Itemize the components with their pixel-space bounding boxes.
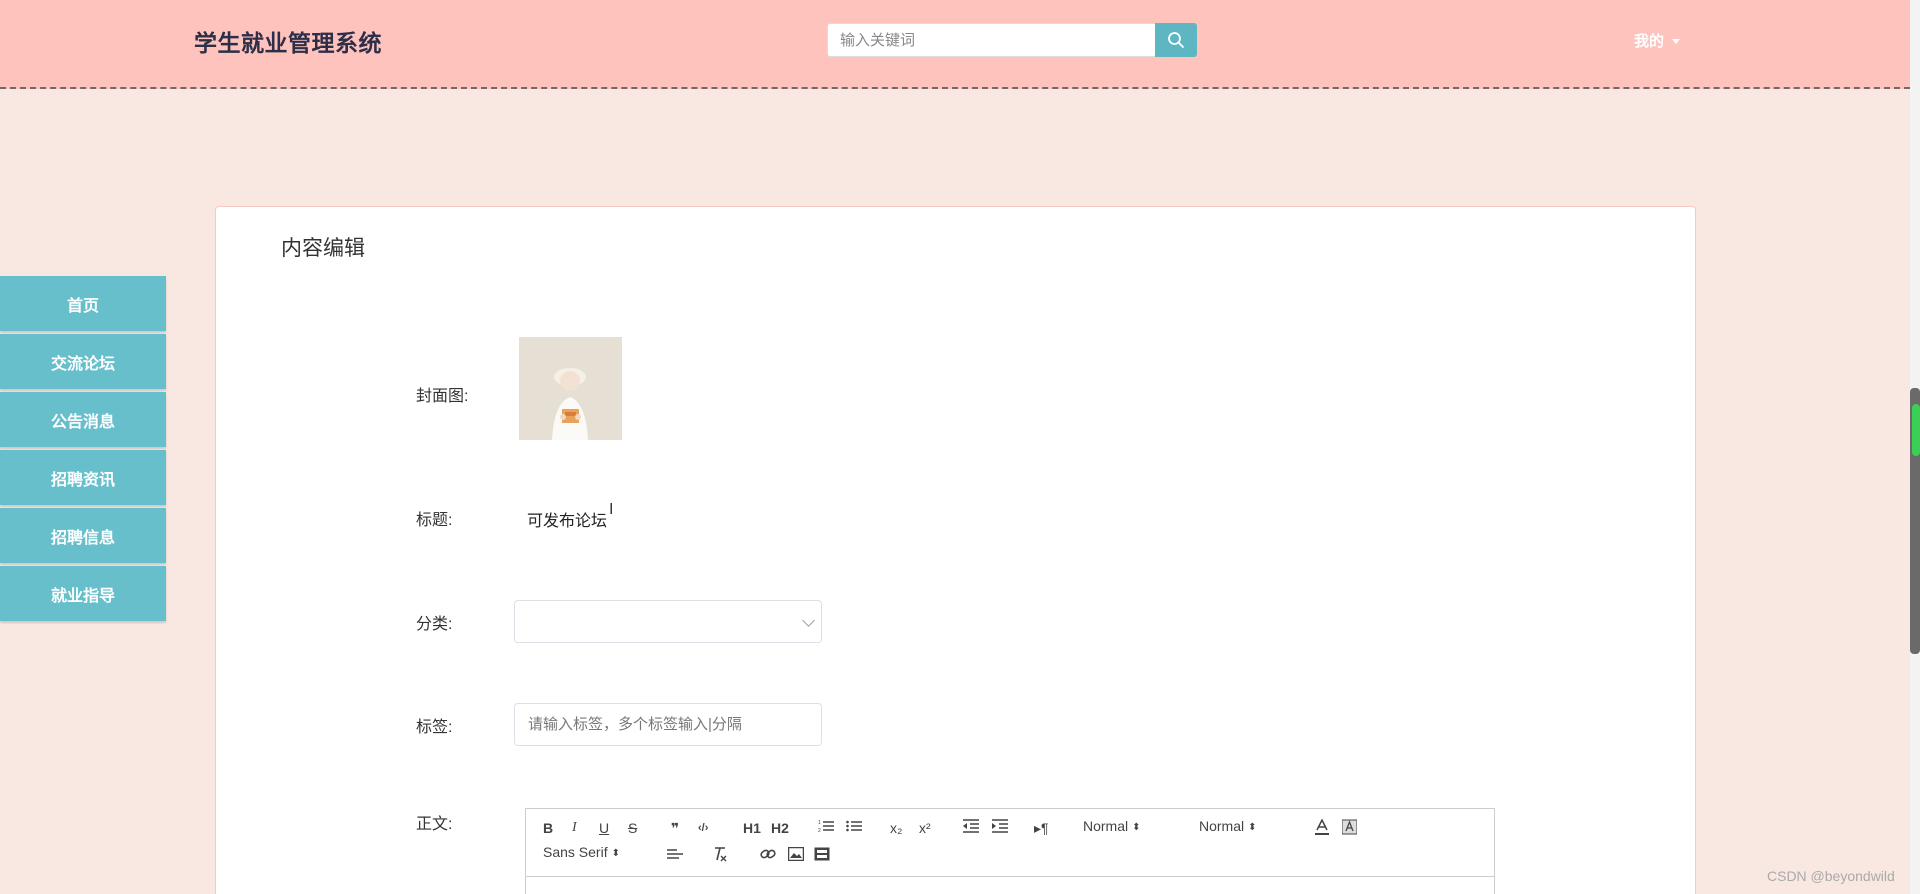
clear-format-button[interactable] — [712, 846, 728, 866]
app-title: 学生就业管理系统 — [194, 30, 382, 56]
top-header: 学生就业管理系统 我的 — [0, 0, 1910, 89]
bold-button[interactable]: B — [543, 819, 553, 837]
picker-arrows-icon: ⬍ — [1132, 822, 1141, 833]
cover-label: 封面图: — [416, 388, 469, 405]
page-title: 内容编辑 — [281, 237, 365, 260]
background-color-button[interactable] — [1341, 819, 1358, 839]
header-1-button[interactable]: H1 — [743, 819, 761, 837]
blockquote-button[interactable]: ❞ — [671, 819, 679, 837]
indent-button[interactable] — [992, 819, 1008, 837]
sidebar-item-recruitment-news[interactable]: 招聘资讯 — [0, 450, 166, 505]
size-picker[interactable]: Normal ⬍ — [1083, 818, 1141, 834]
category-select[interactable] — [514, 600, 822, 643]
background-color-icon — [1341, 819, 1358, 835]
header-picker[interactable]: Normal ⬍ — [1199, 818, 1257, 834]
clear-format-icon — [715, 847, 727, 862]
picker-arrows-icon: ⬍ — [611, 848, 620, 859]
search-button[interactable] — [1155, 23, 1197, 57]
user-menu[interactable]: 我的 — [1634, 30, 1681, 51]
title-input[interactable]: 可发布论坛 — [527, 507, 607, 531]
scrollbar-accent — [1912, 404, 1920, 456]
bullet-list-icon — [846, 820, 862, 832]
link-icon — [760, 849, 776, 859]
cover-illustration — [519, 337, 622, 440]
search-input[interactable] — [827, 23, 1155, 57]
ordered-list-button[interactable]: 12 — [818, 819, 834, 837]
cover-image[interactable] — [519, 337, 622, 440]
align-button[interactable] — [667, 847, 683, 865]
text-direction-button[interactable]: ▸¶ — [1034, 819, 1049, 837]
svg-text:1: 1 — [818, 820, 821, 826]
underline-button[interactable]: U — [599, 819, 609, 837]
strikethrough-button[interactable]: S — [628, 819, 637, 837]
content-edit-card: 内容编辑 封面图: 标题: 可发布论坛 I 分类: 标签: 正文: B I U … — [215, 206, 1696, 894]
search-bar — [827, 23, 1197, 57]
font-picker[interactable]: Sans Serif ⬍ — [543, 844, 620, 860]
sidebar-nav: 首页 交流论坛 公告消息 招聘资讯 招聘信息 就业指导 — [0, 276, 166, 624]
code-block-button[interactable]: ‹/› — [698, 819, 708, 837]
sidebar-item-employment-guide[interactable]: 就业指导 — [0, 566, 166, 621]
text-cursor-icon: I — [609, 501, 614, 518]
chevron-down-icon — [802, 614, 815, 627]
link-button[interactable] — [760, 847, 776, 865]
chevron-down-icon — [1672, 39, 1681, 44]
picker-arrows-icon: ⬍ — [1248, 822, 1257, 833]
indent-icon — [992, 819, 1008, 833]
outdent-button[interactable] — [963, 819, 979, 837]
svg-text:2: 2 — [818, 828, 821, 833]
sidebar-item-home[interactable]: 首页 — [0, 276, 166, 331]
rich-text-editor: B I U S ❞ ‹/› H1 H2 12 x₂ x² ▸¶ Normal⬍ — [525, 808, 1495, 894]
sidebar-item-announcements[interactable]: 公告消息 — [0, 392, 166, 447]
italic-button[interactable]: I — [572, 819, 577, 837]
title-label: 标题: — [416, 512, 453, 529]
header-picker-value: Normal — [1199, 818, 1245, 834]
align-left-icon — [667, 849, 683, 859]
sidebar-item-forum[interactable]: 交流论坛 — [0, 334, 166, 389]
outdent-icon — [963, 819, 979, 833]
bullet-list-button[interactable] — [846, 819, 862, 837]
subscript-button[interactable]: x₂ — [890, 819, 902, 837]
tags-label: 标签: — [416, 719, 453, 736]
font-picker-value: Sans Serif — [543, 844, 608, 860]
image-button[interactable] — [787, 846, 805, 865]
watermark: CSDN @beyondwild — [1767, 868, 1895, 884]
search-icon — [1168, 32, 1184, 48]
body-label: 正文: — [416, 816, 453, 833]
video-icon — [814, 847, 830, 861]
sidebar-item-recruitment-info[interactable]: 招聘信息 — [0, 508, 166, 563]
category-label: 分类: — [416, 616, 453, 633]
ordered-list-icon: 12 — [818, 820, 834, 834]
video-button[interactable] — [814, 847, 830, 865]
user-menu-label: 我的 — [1634, 33, 1665, 50]
image-icon — [787, 846, 805, 862]
header-2-button[interactable]: H2 — [771, 819, 789, 837]
text-color-icon — [1315, 818, 1329, 835]
superscript-button[interactable]: x² — [919, 819, 931, 837]
size-picker-value: Normal — [1083, 818, 1129, 834]
editor-toolbar: B I U S ❞ ‹/› H1 H2 12 x₂ x² ▸¶ Normal⬍ — [526, 809, 1494, 877]
tags-input[interactable] — [514, 703, 822, 746]
text-color-button[interactable] — [1315, 818, 1329, 839]
